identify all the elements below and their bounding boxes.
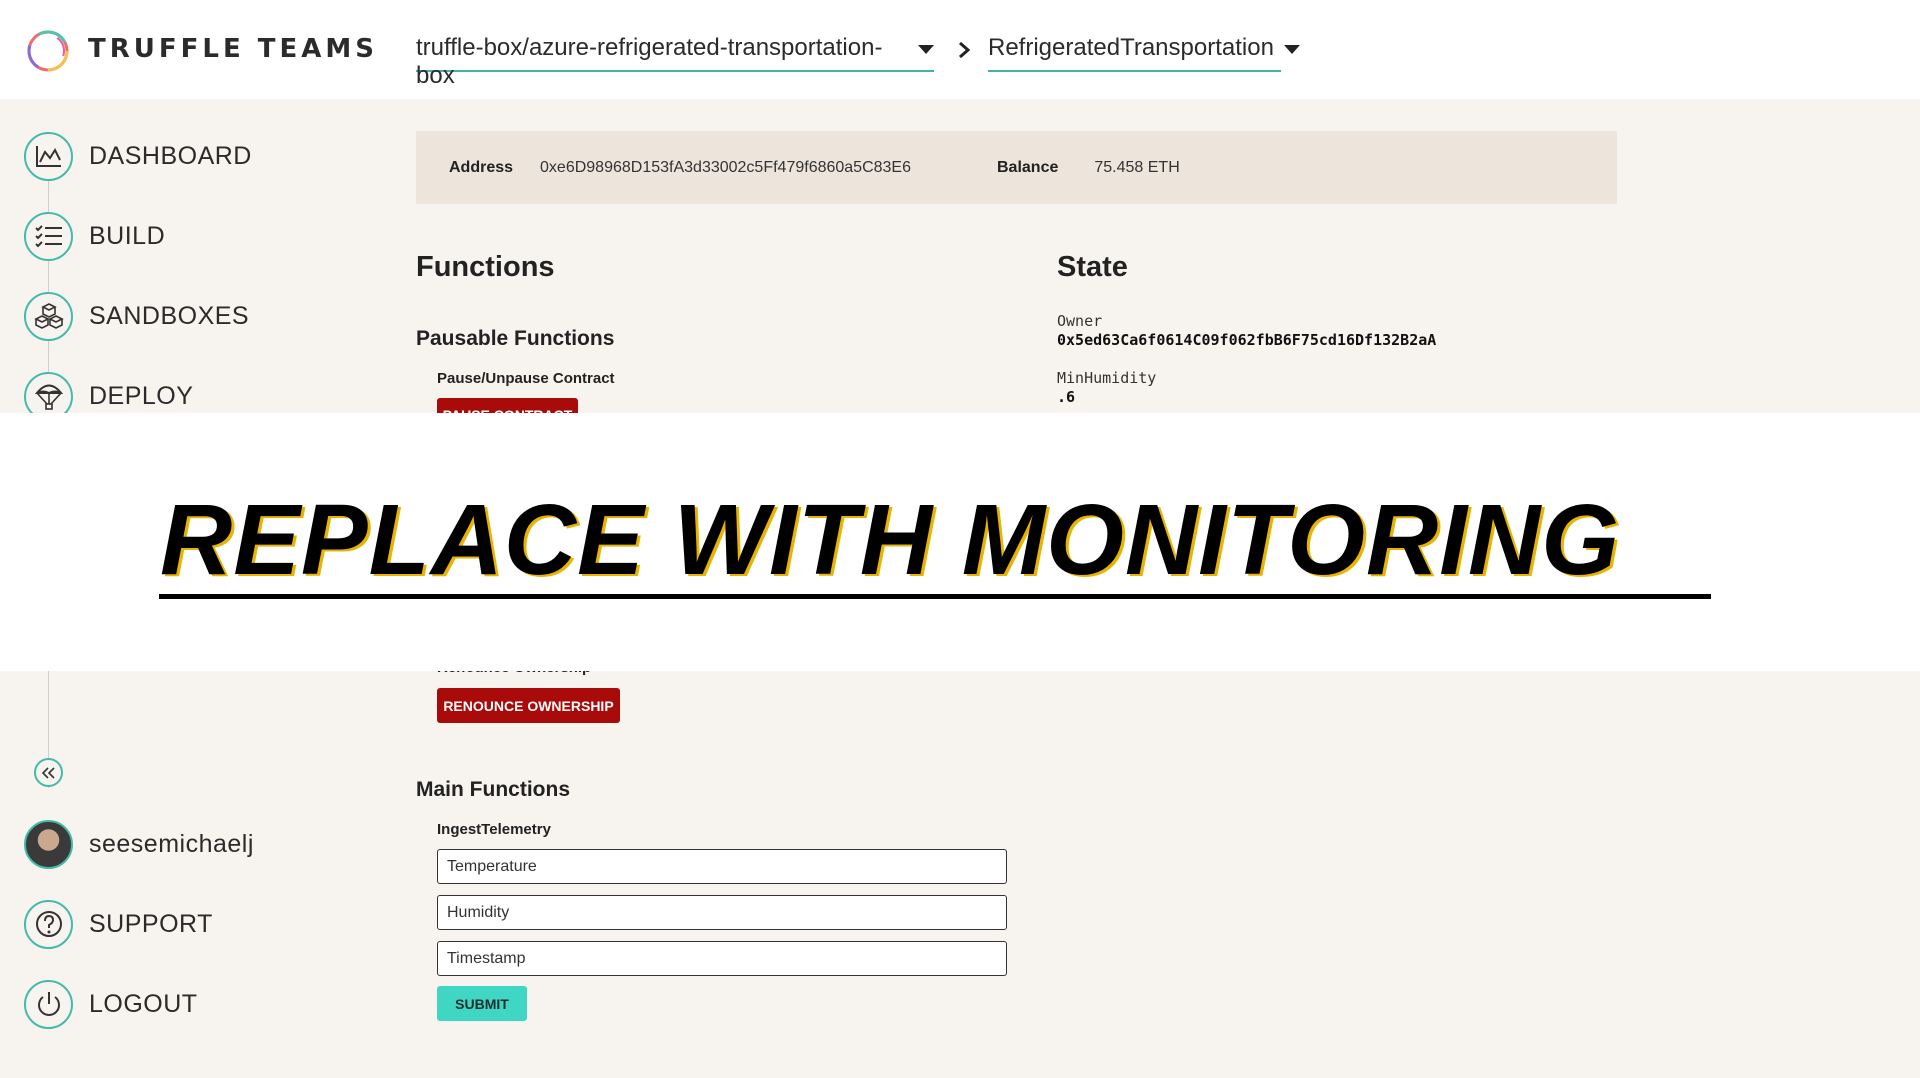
top-bar: TRUFFLE TEAMS truffle-box/azure-refriger… bbox=[0, 0, 1920, 99]
address-value: 0xe6D98968D153fA3d33002c5Ff479f6860a5C83… bbox=[540, 158, 911, 176]
checklist-icon bbox=[24, 211, 73, 261]
pausable-functions-heading: Pausable Functions bbox=[416, 327, 615, 350]
sidebar-item-sandboxes[interactable]: SANDBOXES bbox=[24, 291, 249, 341]
functions-heading: Functions bbox=[416, 251, 555, 283]
user-profile[interactable]: seesemichaelj bbox=[24, 819, 254, 869]
sidebar-item-logout[interactable]: LOGOUT bbox=[24, 979, 198, 1029]
account-bar: Address 0xe6D98968D153fA3d33002c5Ff479f6… bbox=[416, 131, 1617, 204]
repo-label: truffle-box/azure-refrigerated-transport… bbox=[416, 34, 883, 89]
sidebar-item-label: DEPLOY bbox=[89, 381, 194, 410]
submit-button[interactable]: SUBMIT bbox=[437, 986, 527, 1021]
power-icon bbox=[24, 979, 73, 1029]
timestamp-input[interactable] bbox=[437, 941, 1007, 976]
cubes-icon bbox=[24, 291, 73, 341]
chevron-right-icon bbox=[959, 41, 971, 59]
double-chevron-left-icon bbox=[41, 766, 55, 779]
sidebar-item-label: LOGOUT bbox=[89, 989, 198, 1018]
address-label: Address bbox=[449, 158, 514, 176]
username: seesemichaelj bbox=[89, 829, 254, 858]
humidity-input[interactable] bbox=[437, 895, 1007, 930]
state-heading: State bbox=[1057, 251, 1128, 283]
avatar bbox=[24, 819, 73, 869]
contract-selector[interactable]: RefrigeratedTransportation bbox=[988, 34, 1300, 72]
chevron-down-icon bbox=[1283, 45, 1300, 54]
chevron-down-icon bbox=[918, 45, 934, 54]
balance-value: 75.458 ETH bbox=[1094, 158, 1180, 176]
banner-underline bbox=[159, 594, 1711, 599]
sidebar-item-build[interactable]: BUILD bbox=[24, 211, 165, 261]
banner-text: REPLACE WITH MONITORING bbox=[160, 484, 1621, 596]
contract-label: RefrigeratedTransportation bbox=[988, 34, 1274, 61]
renounce-ownership-button[interactable]: RENOUNCE OWNERSHIP bbox=[437, 688, 620, 723]
brand-name: TRUFFLE TEAMS bbox=[88, 34, 378, 64]
help-icon bbox=[24, 899, 73, 949]
sidebar-item-dashboard[interactable]: DASHBOARD bbox=[24, 131, 252, 181]
sidebar-item-support[interactable]: SUPPORT bbox=[24, 899, 213, 949]
sidebar-item-label: BUILD bbox=[89, 221, 166, 250]
sidebar-item-label: SANDBOXES bbox=[89, 301, 250, 330]
state-owner-key: Owner bbox=[1057, 312, 1103, 330]
main-functions-heading: Main Functions bbox=[416, 778, 570, 801]
balance-label: Balance bbox=[997, 158, 1059, 176]
state-minhumidity-value: .6 bbox=[1057, 388, 1076, 406]
pause-contract-label: Pause/Unpause Contract bbox=[437, 370, 615, 387]
temperature-input[interactable] bbox=[437, 849, 1007, 884]
repo-selector[interactable]: truffle-box/azure-refrigerated-transport… bbox=[416, 34, 934, 89]
state-owner-value: 0x5ed63Ca6f0614C09f062fbB6F75cd16Df132B2… bbox=[1057, 331, 1437, 349]
sidebar-item-label: DASHBOARD bbox=[89, 141, 252, 170]
ingest-telemetry-label: IngestTelemetry bbox=[437, 821, 551, 838]
collapse-sidebar-button[interactable] bbox=[34, 758, 63, 787]
state-minhumidity-key: MinHumidity bbox=[1057, 369, 1157, 387]
sidebar-item-label: SUPPORT bbox=[89, 909, 213, 938]
chart-icon bbox=[24, 131, 73, 181]
truffle-logo-icon[interactable] bbox=[24, 27, 72, 75]
